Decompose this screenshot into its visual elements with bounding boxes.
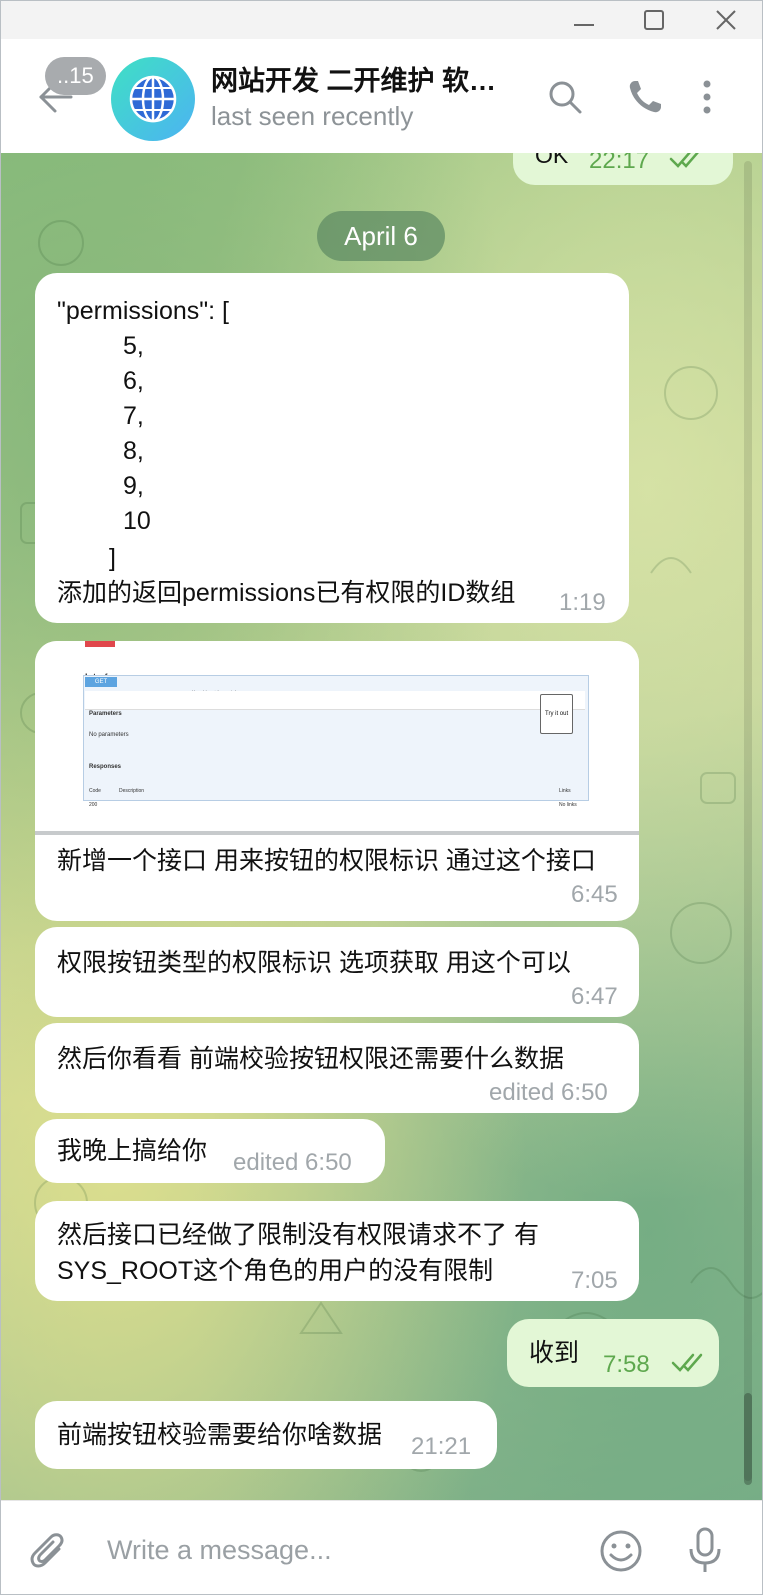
message-text: 添加的返回permissions已有权限的ID数组 [57, 579, 516, 607]
image-try-button: Try it out [540, 694, 574, 734]
date-separator: April 6 [317, 211, 445, 261]
call-button[interactable] [625, 77, 665, 117]
screenshot-image[interactable]: Interface GET /admin/interface/options 获… [35, 641, 639, 835]
voice-button[interactable] [685, 1527, 725, 1575]
code-line: 9, [123, 472, 144, 500]
chat-status: last seen recently [211, 101, 414, 131]
message-time: 6:45 [571, 881, 618, 908]
search-icon [549, 81, 582, 114]
message-bubble[interactable]: 然后接口已经做了限制没有权限请求不了 有 SYS_ROOT这个角色的用户的没有限… [35, 1201, 639, 1301]
globe-avatar-icon [129, 75, 177, 123]
search-button[interactable] [545, 77, 585, 117]
code-line: 7, [123, 402, 144, 430]
attach-icon [30, 1533, 64, 1568]
message-text: 权限按钮类型的权限标识 选项获取 用这个可以 [57, 949, 571, 977]
message-text: 收到 [529, 1339, 580, 1367]
message-text: 新增一个接口 用来按钮的权限标识 通过这个接口 [57, 847, 596, 875]
close-icon [716, 10, 736, 30]
chat-header: ..15 网站开发 二开维护 软件… last seen recently [1, 39, 762, 154]
message-bubble[interactable]: "permissions": [ 5, 6, 7, 8, 9, 10 ] 添加的… [35, 273, 629, 623]
phone-icon [629, 81, 661, 113]
close-button[interactable] [691, 1, 761, 39]
message-text: 前端按钮校验需要给你啥数据 [57, 1421, 383, 1449]
message-text: 然后你看看 前端校验按钮权限还需要什么数据 [57, 1045, 564, 1073]
minimize-icon [574, 24, 594, 26]
message-time: edited 6:50 [489, 1079, 608, 1106]
chat-scrollbar[interactable] [744, 161, 752, 1481]
message-text-line1: 然后接口已经做了限制没有权限请求不了 有 [57, 1221, 539, 1249]
message-text: OK [535, 153, 569, 168]
image-description-header: Description [119, 788, 145, 794]
code-line: 10 [123, 507, 151, 535]
chat-scrollbar-thumb[interactable] [744, 1393, 752, 1485]
avatar[interactable] [111, 57, 195, 141]
code-line: ] [109, 544, 116, 572]
message-text: 我晚上搞给你 [57, 1137, 208, 1165]
code-line: 5, [123, 332, 144, 360]
chat-area[interactable]: OK 22:17 April 6 "permissions": [ 5, 6, … [1, 153, 762, 1500]
code-line: "permissions": [ [57, 297, 229, 325]
minimize-button[interactable] [549, 1, 619, 39]
message-bubble[interactable]: 我晚上搞给你 edited 6:50 [35, 1119, 385, 1183]
message-time: 6:47 [571, 983, 618, 1010]
message-time: 22:17 [589, 153, 650, 174]
message-bubble[interactable]: 前端按钮校验需要给你啥数据 21:21 [35, 1401, 497, 1469]
more-button[interactable] [697, 77, 737, 117]
double-check-icon [671, 1353, 703, 1372]
message-time: 7:58 [603, 1351, 650, 1378]
unread-badge: ..15 [45, 57, 106, 95]
emoji-icon [600, 1530, 642, 1572]
telegram-window: ..15 网站开发 二开维护 软件… last seen recently OK… [0, 0, 763, 1595]
message-bubble-outgoing[interactable]: OK 22:17 [513, 153, 733, 185]
message-bubble[interactable]: 权限按钮类型的权限标识 选项获取 用这个可以 6:47 [35, 927, 639, 1017]
maximize-button[interactable] [619, 1, 689, 39]
code-line: 6, [123, 367, 144, 395]
message-bubble-outgoing[interactable]: 收到 7:58 [507, 1319, 719, 1387]
image-schemas-label: Schemas [85, 818, 111, 831]
message-time: 7:05 [571, 1267, 618, 1294]
image-method-badge: GET [85, 677, 117, 687]
message-composer [1, 1500, 762, 1594]
code-line: 8, [123, 437, 144, 465]
emoji-button[interactable] [599, 1529, 643, 1573]
double-check-icon [669, 153, 699, 168]
message-input[interactable] [105, 1525, 569, 1575]
message-time: 1:19 [559, 589, 606, 616]
image-no-params: No parameters [89, 732, 129, 738]
message-bubble[interactable]: 然后你看看 前端校验按钮权限还需要什么数据 edited 6:50 [35, 1023, 639, 1113]
attach-button[interactable] [29, 1531, 69, 1575]
message-time: 21:21 [411, 1433, 472, 1460]
maximize-icon [644, 10, 664, 30]
message-time: edited 6:50 [233, 1149, 352, 1176]
microphone-icon [689, 1527, 721, 1572]
image-links-value: No links [559, 802, 577, 808]
chat-title[interactable]: 网站开发 二开维护 软件… [211, 59, 521, 98]
image-param-row [85, 691, 585, 710]
image-method-tag [85, 641, 115, 647]
title-bar [1, 1, 762, 39]
message-bubble-image[interactable]: Interface GET /admin/interface/options 获… [35, 641, 639, 921]
more-vertical-icon [703, 80, 711, 114]
message-text-line2: SYS_ROOT这个角色的用户的没有限制 [57, 1257, 494, 1285]
